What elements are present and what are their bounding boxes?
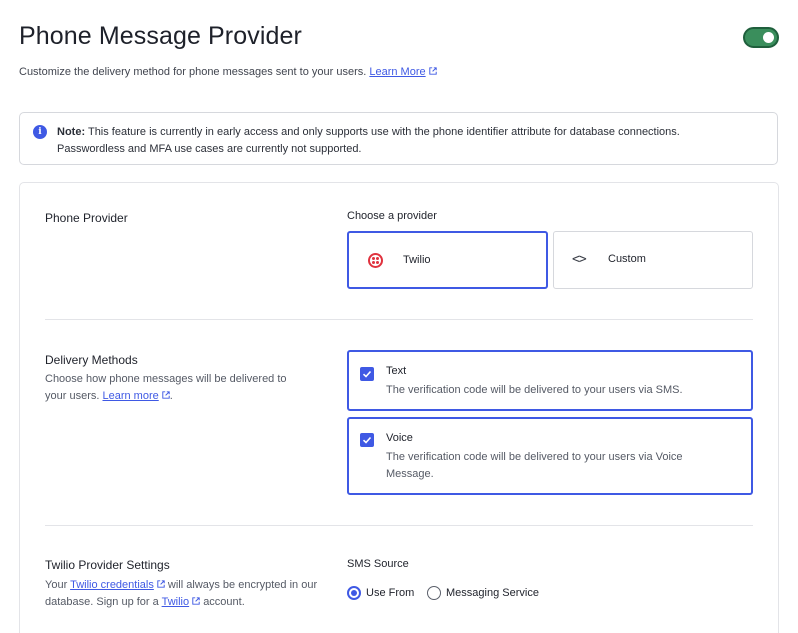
info-icon: i xyxy=(33,125,47,139)
provider-option-label: Twilio xyxy=(403,254,431,266)
voice-checkbox[interactable] xyxy=(360,433,374,447)
provider-option-custom[interactable]: <> Custom xyxy=(553,231,753,289)
note-body-2: Passwordless and MFA use cases are curre… xyxy=(57,143,362,155)
page-title: Phone Message Provider xyxy=(19,22,302,50)
external-link-icon xyxy=(157,580,165,588)
external-link-icon xyxy=(428,67,437,75)
provider-option-twilio[interactable]: Twilio xyxy=(347,231,548,289)
delivery-methods-desc: Choose how phone messages will be delive… xyxy=(45,373,287,402)
external-link-icon xyxy=(162,391,170,399)
twilio-settings-desc: Your Twilio credentials will always be e… xyxy=(45,579,318,608)
twilio-icon xyxy=(368,253,383,268)
page-subtitle: Customize the delivery method for phone … xyxy=(19,66,437,78)
delivery-method-text[interactable]: Text The verification code will be deliv… xyxy=(347,350,753,411)
twilio-signup-link[interactable]: Twilio xyxy=(162,596,201,608)
external-link-icon xyxy=(192,597,200,605)
sms-source-label: SMS Source xyxy=(347,558,409,570)
use-from-radio[interactable] xyxy=(347,586,361,600)
learn-more-link[interactable]: Learn More xyxy=(369,66,437,78)
early-access-note: i Note: This feature is currently in ear… xyxy=(19,112,778,165)
method-desc: The verification code will be delivered … xyxy=(386,451,683,480)
messaging-service-label[interactable]: Messaging Service xyxy=(446,587,539,599)
twilio-settings-label: Twilio Provider Settings xyxy=(45,558,170,572)
settings-card: Phone Provider Choose a provider Twilio … xyxy=(19,182,779,633)
twilio-credentials-link[interactable]: Twilio credentials xyxy=(70,579,165,591)
note-label: Note: xyxy=(57,126,86,138)
delivery-learn-more-link[interactable]: Learn more xyxy=(102,390,170,402)
section-divider xyxy=(45,525,753,526)
provider-option-label: Custom xyxy=(608,253,646,265)
note-text: Note: This feature is currently in early… xyxy=(57,124,767,158)
use-from-label[interactable]: Use From xyxy=(366,587,414,599)
text-checkbox[interactable] xyxy=(360,367,374,381)
code-icon: <> xyxy=(572,252,587,267)
section-divider xyxy=(45,319,753,320)
phone-provider-label: Phone Provider xyxy=(45,211,128,225)
provider-enabled-toggle[interactable] xyxy=(743,27,779,48)
subtitle-text: Customize the delivery method for phone … xyxy=(19,66,367,78)
messaging-service-radio[interactable] xyxy=(427,586,441,600)
method-desc: The verification code will be delivered … xyxy=(386,384,683,396)
delivery-method-voice[interactable]: Voice The verification code will be deli… xyxy=(347,417,753,495)
note-body: This feature is currently in early acces… xyxy=(87,126,680,138)
method-title: Text xyxy=(386,365,407,377)
method-title: Voice xyxy=(386,432,413,444)
delivery-methods-label: Delivery Methods xyxy=(45,353,138,367)
choose-provider-label: Choose a provider xyxy=(347,210,437,222)
toggle-knob xyxy=(763,32,774,43)
